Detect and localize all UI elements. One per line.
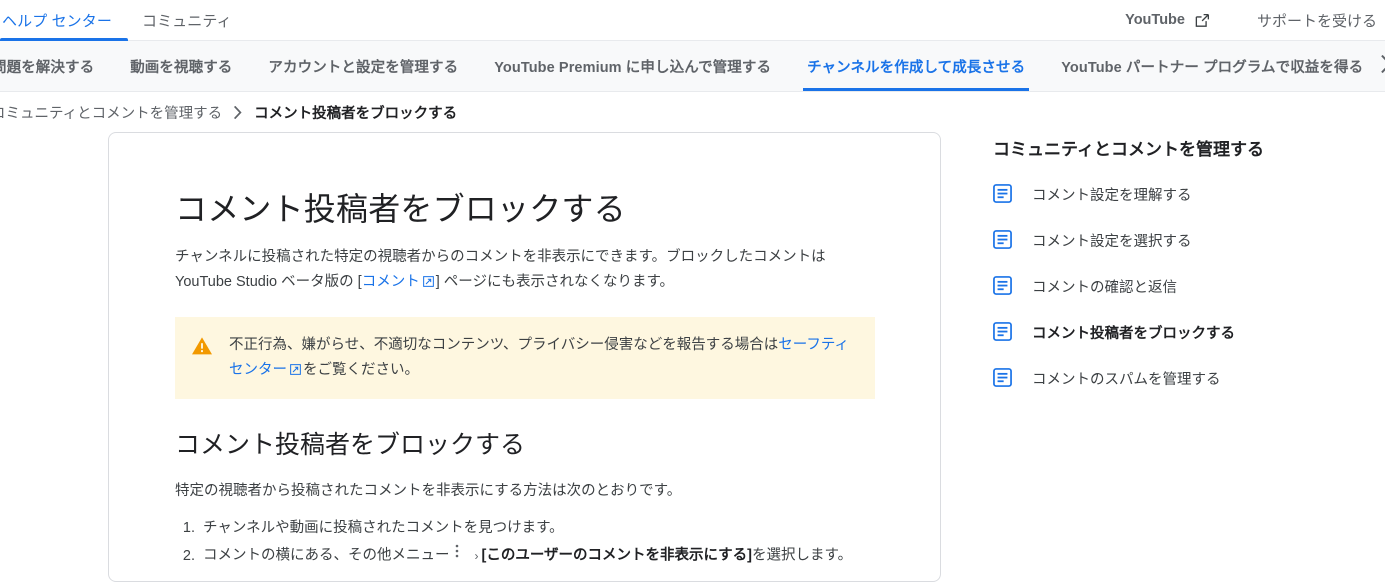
external-link-icon	[290, 359, 301, 376]
tab-manage-account[interactable]: アカウントと設定を管理する	[250, 41, 476, 91]
topnav-community[interactable]: コミュニティ	[128, 0, 246, 40]
step-item: チャンネルや動画に投稿されたコメントを見つけます。	[199, 516, 874, 541]
top-bar-actions: YouTube サポートを受ける	[1111, 0, 1385, 40]
external-link-icon	[1194, 12, 1211, 29]
article-card: コメント投稿者をブロックする チャンネルに投稿された特定の視聴者からのコメントを…	[108, 132, 941, 582]
page-body: コメント投稿者をブロックする チャンネルに投稿された特定の視聴者からのコメントを…	[0, 132, 1385, 582]
step-2-bold: [このユーザーのコメントを非表示にする]	[481, 547, 753, 564]
tabs-next-button[interactable]	[1381, 41, 1385, 91]
tab-watch-videos[interactable]: 動画を視聴する	[112, 41, 250, 91]
tab-create-grow-channel-label: チャンネルを作成して成長させる	[807, 59, 1026, 76]
top-bar: ヘルプ センター コミュニティ YouTube サポートを受ける	[0, 0, 1385, 41]
sidebar-item-label: コメント設定を選択する	[1032, 233, 1192, 250]
tab-troubleshoot-label: 問題を解決する	[0, 59, 95, 76]
sidebar-item-choose-comment-settings[interactable]: コメント設定を選択する	[993, 229, 1336, 254]
sidebar-title: コミュニティとコメントを管理する	[993, 140, 1264, 159]
breadcrumb-parent[interactable]: コミュニティとコメントを管理する	[0, 102, 222, 123]
article-icon	[993, 367, 1012, 392]
steps-list: チャンネルや動画に投稿されたコメントを見つけます。 コメントの横にある、その他メ…	[175, 516, 874, 569]
sidebar-item-label: コメント投稿者をブロックする	[1032, 325, 1235, 342]
section-title: コメント投稿者をブロックする	[175, 431, 526, 460]
chevron-right-icon	[1381, 54, 1385, 78]
topnav-help-center[interactable]: ヘルプ センター	[0, 0, 128, 41]
sidebar-item-label: コメントの確認と返信	[1032, 279, 1177, 296]
step-2-suffix: を選択します。	[752, 547, 853, 564]
breadcrumb-current: コメント投稿者をブロックする	[254, 105, 458, 122]
sidebar-item-understand-comment-settings[interactable]: コメント設定を理解する	[993, 183, 1336, 208]
topnav-help-center-label: ヘルプ センター	[2, 12, 112, 30]
breadcrumb: コミュニティとコメントを管理する コメント投稿者をブロックする	[0, 92, 1385, 132]
article-icon	[993, 183, 1012, 208]
get-support-label: サポートを受ける	[1256, 12, 1377, 30]
tab-partner-program-label: YouTube パートナー プログラムで収益を得る	[1061, 59, 1364, 76]
page-title: コメント投稿者をブロックする	[175, 191, 626, 227]
tab-watch-videos-label: 動画を視聴する	[130, 59, 233, 76]
tab-youtube-premium[interactable]: YouTube Premium に申し込んで管理する	[476, 41, 789, 91]
tab-partner-program[interactable]: YouTube パートナー プログラムで収益を得る	[1043, 41, 1381, 91]
sidebar-item-label: コメントのスパムを管理する	[1032, 371, 1221, 388]
youtube-link-label: YouTube	[1125, 12, 1185, 28]
step-item: コメントの横にある、その他メニュー ›[このユーザーのコメントを非表示にする]を…	[199, 543, 874, 569]
warning-callout-text: 不正行為、嫌がらせ、不適切なコンテンツ、プライバシー侵害などを報告する場合はセー…	[229, 333, 857, 383]
youtube-link[interactable]: YouTube	[1111, 12, 1225, 29]
breadcrumb-separator-icon	[222, 105, 254, 119]
external-link-icon	[422, 271, 434, 287]
sidebar-item-block-commenter[interactable]: コメント投稿者をブロックする	[993, 321, 1336, 346]
callout-text-part1: 不正行為、嫌がらせ、不適切なコンテンツ、プライバシー侵害などを報告する場合は	[229, 337, 779, 354]
article-icon	[993, 229, 1012, 254]
step-1-text: チャンネルや動画に投稿されたコメントを見つけます。	[203, 519, 564, 536]
topnav-community-label: コミュニティ	[141, 12, 232, 30]
tab-youtube-premium-label: YouTube Premium に申し込んで管理する	[494, 59, 772, 76]
sidebar-item-review-reply-comments[interactable]: コメントの確認と返信	[993, 275, 1336, 300]
category-tabs: 問題を解決する 動画を視聴する アカウントと設定を管理する YouTube Pr…	[0, 41, 1385, 92]
sidebar-item-manage-comment-spam[interactable]: コメントのスパムを管理する	[993, 367, 1336, 392]
article-icon	[993, 275, 1012, 300]
warning-triangle-icon	[191, 336, 213, 361]
get-support-link[interactable]: サポートを受ける	[1225, 10, 1383, 31]
step-2-prefix: コメントの横にある、その他メニュー	[203, 547, 450, 564]
warning-callout: 不正行為、嫌がらせ、不適切なコンテンツ、プライバシー侵害などを報告する場合はセー…	[175, 317, 875, 400]
article-lead-part2: ] ページにも表示されなくなります。	[435, 273, 675, 290]
comments-link[interactable]: コメント	[362, 274, 420, 290]
more-vertical-icon	[454, 543, 468, 568]
callout-text-part2: をご覧ください。	[303, 362, 419, 379]
section-lead: 特定の視聴者から投稿されたコメントを非表示にする方法は次のとおりです。	[175, 482, 682, 499]
tab-create-grow-channel[interactable]: チャンネルを作成して成長させる	[789, 41, 1043, 91]
top-nav: ヘルプ センター コミュニティ	[0, 0, 246, 41]
article-icon	[993, 321, 1012, 346]
tab-manage-account-label: アカウントと設定を管理する	[268, 59, 459, 76]
article-lead: チャンネルに投稿された特定の視聴者からのコメントを非表示にできます。ブロックした…	[175, 245, 874, 296]
sidebar-item-label: コメント設定を理解する	[1032, 187, 1192, 204]
related-articles-sidebar: コミュニティとコメントを管理する コメント設定を理解する コメント設定を選択する…	[941, 132, 1336, 414]
tab-troubleshoot[interactable]: 問題を解決する	[0, 41, 112, 91]
